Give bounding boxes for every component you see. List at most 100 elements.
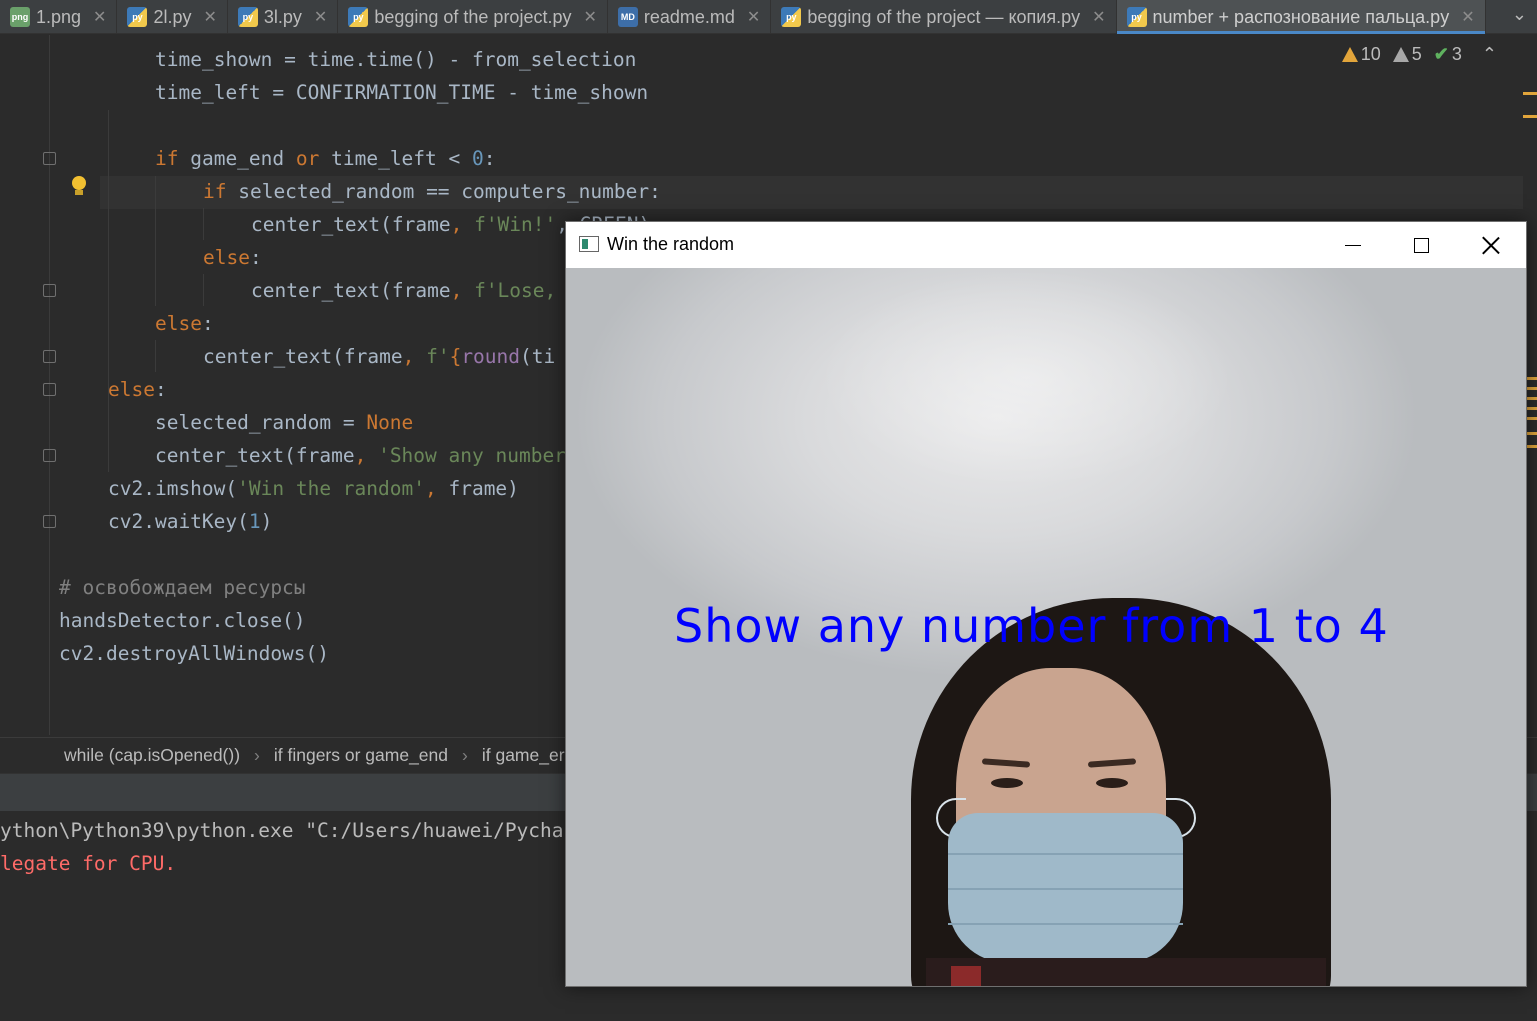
window-titlebar[interactable]: Win the random (566, 222, 1526, 268)
close-tab-icon[interactable]: ✕ (93, 7, 106, 27)
tab-label: begging of the project — копия.py (807, 6, 1081, 27)
editor-tab[interactable]: py begging of the project.py ✕ (338, 0, 608, 34)
code-line[interactable]: handsDetector.close() (59, 604, 306, 637)
warning-mark[interactable] (1523, 115, 1537, 118)
minimize-button[interactable] (1318, 222, 1388, 268)
opencv-window[interactable]: Win the random Show any number from 1 to… (565, 221, 1527, 987)
tab-label: 1.png (36, 6, 82, 27)
editor-tab[interactable]: py 2l.py ✕ (117, 0, 228, 34)
close-tab-icon[interactable]: ✕ (314, 7, 327, 27)
code-line[interactable]: if game_end or time_left < 0: (155, 142, 496, 175)
code-token: CONFIRMATION_TIME (295, 81, 496, 104)
code-token: time_shown = time.time() - from_selectio… (155, 48, 637, 71)
code-line[interactable]: else: (108, 373, 167, 406)
code-line[interactable]: else: (155, 307, 214, 340)
code-token: handsDetector.close() (59, 609, 306, 632)
fold-marker[interactable] (43, 152, 56, 165)
code-token: : (154, 378, 167, 401)
py-file-icon: py (348, 7, 369, 27)
code-line[interactable]: selected_random = None (155, 406, 413, 439)
code-token: cv2.imshow( (108, 477, 238, 500)
fold-marker[interactable] (43, 383, 56, 396)
app-window-icon (579, 236, 599, 252)
typos-indicator[interactable]: ✔ 3 (1434, 44, 1462, 65)
fold-marker[interactable] (43, 449, 56, 462)
tab-label: number + распознование пальца.py (1152, 6, 1450, 27)
warning-mark[interactable] (1523, 92, 1537, 95)
maximize-button[interactable] (1386, 222, 1456, 268)
code-token: , (424, 477, 449, 500)
breadcrumb-separator: › (462, 745, 468, 765)
code-token: 0 (472, 147, 484, 170)
tabs-overflow-chevron-icon[interactable]: ⌄ (1512, 4, 1527, 25)
close-tab-icon[interactable]: ✕ (747, 7, 760, 27)
typos-count: 3 (1451, 44, 1462, 64)
close-tab-icon[interactable]: ✕ (1092, 7, 1105, 27)
code-token: , (402, 345, 427, 368)
code-line[interactable]: else: (203, 241, 262, 274)
shirt-stripe (951, 966, 981, 986)
code-token: else (108, 378, 155, 401)
md-file-icon: MD (617, 7, 638, 27)
code-token: { (449, 345, 462, 368)
inspection-widget[interactable]: 10 5 ✔ 3 ⌃ (1341, 44, 1497, 65)
code-token: 'Win the random' (237, 477, 425, 500)
code-token: f'Win!' (474, 213, 557, 236)
tab-label: 3l.py (263, 6, 302, 27)
code-token: f'Lose, (474, 279, 568, 302)
breadcrumb-item[interactable]: if game_er (482, 745, 565, 766)
code-line[interactable]: center_text(frame, f'Lose, (251, 274, 568, 307)
code-token: frame) (448, 477, 519, 500)
code-line[interactable]: center_text(frame, 'Show any number (155, 439, 566, 472)
person-shirt (926, 958, 1326, 986)
warnings-count: 10 (1360, 44, 1381, 64)
code-token: center_text(frame (155, 444, 355, 467)
code-token: ) (260, 510, 273, 533)
fold-marker[interactable] (43, 515, 56, 528)
indent-guide (203, 274, 204, 306)
close-icon (1482, 236, 1500, 254)
webcam-frame: Show any number from 1 to 4 (566, 268, 1526, 986)
breadcrumb-item[interactable]: while (cap.isOpened()) (64, 745, 240, 766)
code-token: # освобождаем ресурсы (59, 576, 306, 599)
close-tab-icon[interactable]: ✕ (583, 7, 596, 27)
code-line[interactable]: cv2.destroyAllWindows() (59, 637, 329, 670)
code-token: , (450, 279, 475, 302)
code-line[interactable]: if selected_random == computers_number: (203, 175, 661, 208)
weak-warnings-indicator[interactable]: 5 (1392, 44, 1422, 65)
fold-marker[interactable] (43, 350, 56, 363)
editor-tab[interactable]: png 1.png ✕ (0, 0, 118, 34)
code-token: selected_random = (155, 411, 367, 434)
tab-label: begging of the project.py (374, 6, 572, 27)
editor-tab[interactable]: py begging of the project — копия.py ✕ (771, 0, 1117, 34)
indent-guide (155, 176, 156, 306)
breadcrumb-item[interactable]: if fingers or game_end (274, 745, 448, 766)
code-token: selected_random == computers_number: (226, 180, 661, 203)
code-line[interactable]: # освобождаем ресурсы (59, 571, 306, 604)
close-tab-icon[interactable]: ✕ (1461, 7, 1474, 27)
fold-marker[interactable] (43, 284, 56, 297)
editor-tab[interactable]: MD readme.md ✕ (608, 0, 772, 34)
maximize-icon (1413, 237, 1429, 253)
code-line[interactable]: center_text(frame, f'{round(ti (203, 340, 555, 373)
ceiling-light-glow (816, 268, 1236, 488)
warnings-indicator[interactable]: 10 (1341, 44, 1381, 65)
py-file-icon: py (781, 7, 802, 27)
chevron-up-icon[interactable]: ⌃ (1482, 44, 1497, 65)
mask-fold (948, 853, 1183, 855)
code-line[interactable]: cv2.imshow('Win the random', frame) (108, 472, 519, 505)
indent-guide (155, 340, 156, 372)
breadcrumb-separator: › (254, 745, 260, 765)
editor-tab[interactable]: py 3l.py ✕ (228, 0, 339, 34)
code-token: cv2.destroyAllWindows() (59, 642, 330, 665)
code-line[interactable]: cv2.waitKey(1) (108, 505, 272, 538)
code-line[interactable]: time_left = CONFIRMATION_TIME - time_sho… (155, 76, 648, 109)
code-token: time_left = (155, 81, 296, 104)
editor-tab[interactable]: py number + распознование пальца.py ✕ (1116, 0, 1486, 34)
code-token: if (203, 180, 227, 203)
console-line: ython\Python39\python.exe "C:/Users/huaw… (0, 819, 564, 842)
lightbulb-icon[interactable] (71, 176, 87, 196)
close-button[interactable] (1456, 222, 1526, 268)
close-tab-icon[interactable]: ✕ (203, 7, 216, 27)
code-line[interactable]: time_shown = time.time() - from_selectio… (155, 43, 636, 76)
